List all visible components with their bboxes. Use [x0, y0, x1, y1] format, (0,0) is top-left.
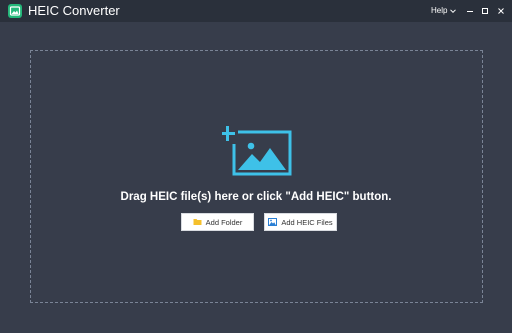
add-folder-button[interactable]: Add Folder — [181, 213, 254, 231]
add-image-icon[interactable] — [222, 122, 292, 176]
heic-converter-logo-icon — [8, 4, 22, 18]
image-icon — [268, 218, 278, 226]
drop-zone[interactable] — [30, 50, 483, 303]
add-heic-files-button[interactable]: Add HEIC Files — [264, 213, 337, 231]
app-title: HEIC Converter — [28, 3, 120, 18]
title-bar: HEIC Converter Help — [0, 0, 512, 22]
maximize-button[interactable] — [478, 4, 492, 18]
close-icon — [498, 8, 504, 14]
minimize-button[interactable] — [463, 4, 477, 18]
help-menu-label: Help — [431, 6, 448, 15]
close-button[interactable] — [494, 4, 508, 18]
add-folder-label: Add Folder — [205, 217, 243, 227]
minimize-icon — [467, 11, 473, 12]
folder-icon — [193, 219, 202, 225]
maximize-icon — [482, 8, 488, 14]
add-heic-files-label: Add HEIC Files — [281, 217, 333, 227]
app-window: HEIC Converter Help Drag HEIC file(s) he… — [0, 0, 512, 333]
chevron-down-icon — [450, 9, 457, 14]
drag-instruction-text: Drag HEIC file(s) here or click "Add HEI… — [120, 191, 392, 203]
help-menu[interactable]: Help — [431, 5, 457, 17]
